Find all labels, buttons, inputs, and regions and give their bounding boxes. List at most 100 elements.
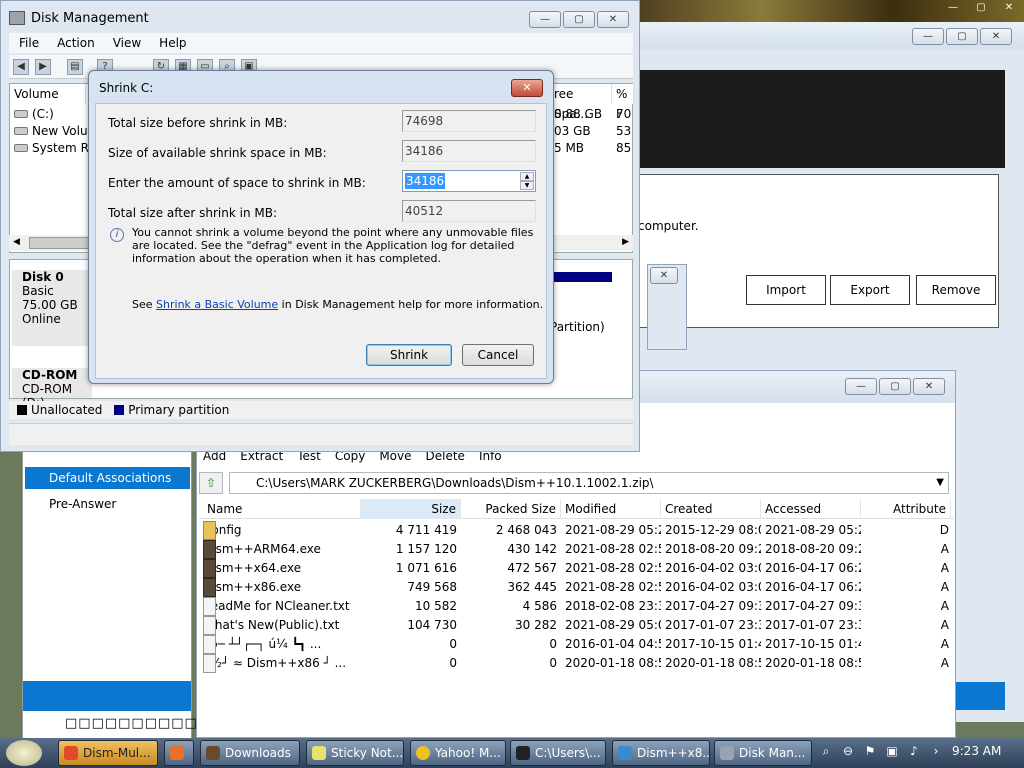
available-space-value: 34186 — [402, 140, 536, 162]
dm-maximize-button[interactable]: ▢ — [563, 11, 595, 28]
cancel-button[interactable]: Cancel — [462, 344, 534, 366]
col-accessed[interactable]: Accessed — [761, 499, 861, 519]
spin-up-icon[interactable]: ▲ — [520, 172, 534, 181]
dm-close-button[interactable]: ✕ — [597, 11, 629, 28]
chevron-down-icon[interactable]: ▼ — [936, 473, 944, 493]
small-window-close-button[interactable]: ✕ — [650, 267, 678, 284]
scroll-left-icon[interactable]: ◀ — [13, 237, 20, 247]
table-row[interactable]: Dism++ARM64.exe 1 157 120 430 142 2021-08-2… — [199, 540, 954, 559]
legend: Unallocated Primary partition — [9, 401, 633, 419]
cell-created: 2017-10-15 01:49 — [665, 637, 761, 651]
menu-help[interactable]: Help — [159, 33, 186, 53]
taskbar-label: Disk Man... — [739, 746, 806, 760]
table-row[interactable]: What's New(Public).txt 104 730 30 282 2021-… — [199, 616, 954, 635]
shrink-basic-volume-link[interactable]: Shrink a Basic Volume — [156, 298, 278, 311]
shrink-amount-label: Enter the amount of space to shrink in M… — [108, 176, 366, 190]
col-volume[interactable]: Volume — [10, 84, 86, 104]
cell-name: ReadMe for NCleaner.txt — [203, 597, 361, 616]
chevron-tray-icon[interactable]: › — [928, 742, 944, 760]
remove-button[interactable]: Remove — [916, 275, 996, 305]
table-row[interactable]: ├δ─ ┴┘┌─┐ ú¼ ┗┓ ... 0 0 2016-01-04 04:54 201… — [199, 635, 954, 654]
archive-maximize-button[interactable]: ▢ — [879, 378, 911, 395]
legend-primary-partition: Primary partition — [128, 403, 230, 417]
scroll-right-icon[interactable]: ▶ — [622, 237, 629, 247]
total-size-value: 74698 — [402, 110, 536, 132]
see-prefix: See — [132, 298, 153, 311]
desktop-minimize-icon[interactable]: — — [942, 1, 964, 15]
up-folder-icon[interactable]: ⇧ — [199, 472, 223, 494]
cdrom-label[interactable]: CD-ROM CD-ROM (D:) — [12, 368, 92, 410]
volume-name: (C:) — [32, 107, 54, 121]
folder-icon — [206, 746, 220, 760]
col-size[interactable]: Size — [361, 499, 461, 519]
col-name[interactable]: Name — [203, 499, 361, 519]
archive-close-button[interactable]: ✕ — [913, 378, 945, 395]
spin-down-icon[interactable]: ▼ — [520, 181, 534, 190]
import-button[interactable]: Import — [746, 275, 826, 305]
shrink-button[interactable]: Shrink — [366, 344, 452, 366]
dm-minimize-button[interactable]: — — [529, 11, 561, 28]
taskbar-label: Yahoo! M... — [435, 746, 501, 760]
shrink-amount-input[interactable]: 34186 ▲ ▼ — [402, 170, 536, 192]
info-icon: i — [110, 228, 124, 242]
volume-row[interactable]: New Volun — [14, 123, 95, 140]
taskbar-dism-x86[interactable]: Dism++x8... — [612, 740, 710, 766]
search-tray-icon[interactable]: ⌕ — [818, 742, 834, 760]
table-row[interactable]: ReadMe for NCleaner.txt 10 582 4 586 2018-0… — [199, 597, 954, 616]
taskbar-sticky-notes[interactable]: Sticky Not... — [306, 740, 404, 766]
shrink-amount-value: 34186 — [405, 173, 446, 189]
col-attribute[interactable]: Attribute — [861, 499, 951, 519]
table-row[interactable]: Config 4 711 419 2 468 043 2021-08-29 05:29… — [199, 521, 954, 540]
taskbar-disk-management[interactable]: Disk Man... — [714, 740, 812, 766]
col-packed-size[interactable]: Packed Size — [461, 499, 561, 519]
file-name: Dism++x86.exe — [203, 580, 302, 594]
col-percent-free[interactable]: % F — [612, 84, 634, 121]
minus-tray-icon[interactable]: ⊖ — [840, 742, 856, 760]
menu-view[interactable]: View — [113, 33, 141, 53]
clock[interactable]: 9:23 AM — [952, 744, 1001, 758]
taskbar-7zip[interactable]: C:\Users\... — [510, 740, 606, 766]
default-associations-item[interactable]: Default Associations — [25, 467, 190, 489]
cell-accessed: 2021-08-29 05:29 — [765, 523, 861, 537]
desktop-close-icon[interactable]: ✕ — [998, 1, 1020, 15]
path-input[interactable]: C:\Users\MARK ZUCKERBERG\Downloads\Dism+… — [229, 472, 949, 494]
pre-answer-item[interactable]: Pre-Answer — [25, 493, 190, 515]
taskbar-dism-mul[interactable]: Dism-Mul... — [58, 740, 158, 766]
disk0-status: Online — [22, 312, 61, 326]
flag-tray-icon[interactable]: ⚑ — [862, 742, 878, 760]
volume-tray-icon[interactable]: ♪ — [906, 742, 922, 760]
cell-size: 1 157 120 — [395, 542, 457, 556]
start-button[interactable] — [6, 740, 42, 766]
forward-icon[interactable]: ▶ — [35, 59, 51, 75]
volume-row[interactable]: (C:) — [14, 106, 54, 123]
disk0-label[interactable]: Disk 0 Basic 75.00 GB Online — [12, 270, 92, 346]
col-created[interactable]: Created — [661, 499, 761, 519]
bg-close-button[interactable]: ✕ — [980, 28, 1012, 45]
cell-created: 2020-01-18 08:56 — [665, 656, 761, 670]
scroll-thumb[interactable] — [29, 237, 89, 249]
table-row[interactable]: Dism++x86.exe 749 568 362 445 2021-08-28 02… — [199, 578, 954, 597]
taskbar-yahoo[interactable]: Yahoo! M... — [410, 740, 506, 766]
console-tree-icon[interactable]: ▤ — [67, 59, 83, 75]
cell-created: 2015-12-29 08:04 — [665, 523, 761, 537]
bg-minimize-button[interactable]: — — [912, 28, 944, 45]
export-button[interactable]: Export — [830, 275, 910, 305]
archive-minimize-button[interactable]: — — [845, 378, 877, 395]
col-modified[interactable]: Modified — [561, 499, 661, 519]
taskbar-label: C:\Users\... — [535, 746, 601, 760]
table-row[interactable]: ┬½┘ ≈ Dism++x86 ┘ ... 0 0 2020-01-18 08:56 2… — [199, 654, 954, 673]
menu-action[interactable]: Action — [57, 33, 95, 53]
sticky-notes-icon — [312, 746, 326, 760]
col-free-space[interactable]: ree Spa... — [550, 84, 612, 121]
menu-file[interactable]: File — [19, 33, 39, 53]
taskbar-downloads[interactable]: Downloads — [200, 740, 300, 766]
desktop-maximize-icon[interactable]: ▢ — [970, 1, 992, 15]
dialog-close-button[interactable]: ✕ — [511, 79, 543, 97]
taskbar-firefox[interactable] — [164, 740, 194, 766]
total-size-label: Total size before shrink in MB: — [108, 116, 288, 130]
bg-maximize-button[interactable]: ▢ — [946, 28, 978, 45]
back-icon[interactable]: ◀ — [13, 59, 29, 75]
network-tray-icon[interactable]: ▣ — [884, 742, 900, 760]
cell-modified: 2021-08-28 02:59 — [565, 561, 661, 575]
table-row[interactable]: Dism++x64.exe 1 071 616 472 567 2021-08-28 … — [199, 559, 954, 578]
